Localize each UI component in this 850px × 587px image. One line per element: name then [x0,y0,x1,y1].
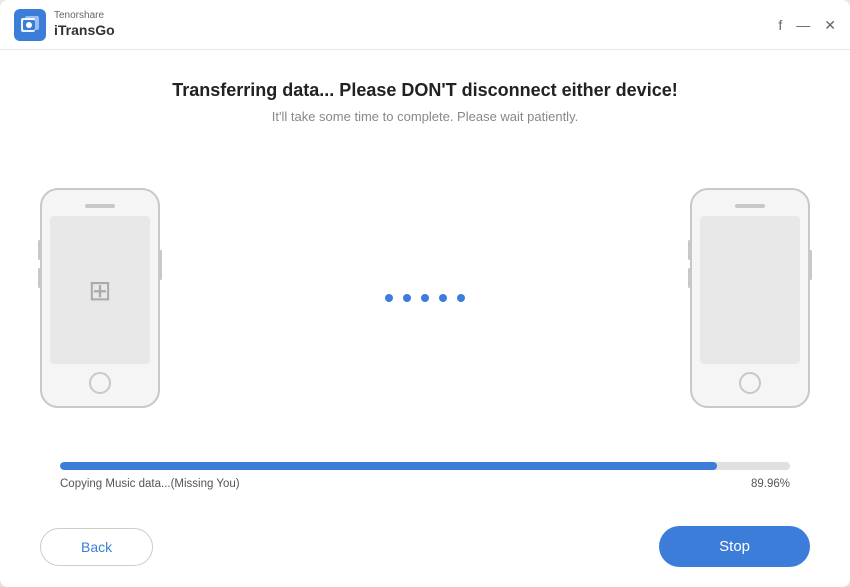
phone-screen-right [700,216,800,364]
progress-status: Copying Music data...(Missing You) [60,478,240,490]
main-subheading: It'll take some time to complete. Please… [272,109,578,124]
window-controls: f — ✕ [778,18,836,32]
transfer-animation [160,294,690,302]
stop-button[interactable]: Stop [659,526,810,567]
target-phone [690,188,810,408]
app-logo [14,9,46,41]
phone-vol-btn1-left [38,240,41,260]
app-brand: Tenorshare [54,10,115,22]
dot-4 [439,294,447,302]
dot-1 [385,294,393,302]
progress-section: Copying Music data...(Missing You) 89.96… [40,462,810,490]
source-device: ⊞ [40,188,160,408]
back-button[interactable]: Back [40,528,153,566]
phone-side-btn-right [809,250,812,280]
phone-home-left [89,372,111,394]
phone-speaker-left [85,204,115,208]
progress-bar-fill [60,462,717,470]
footer: Back Stop [0,510,850,587]
main-heading: Transferring data... Please DON'T discon… [172,80,677,101]
dot-3 [421,294,429,302]
devices-area: ⊞ [40,154,810,442]
source-phone: ⊞ [40,188,160,408]
progress-labels: Copying Music data...(Missing You) 89.96… [60,478,790,490]
dot-5 [457,294,465,302]
app-name-block: Tenorshare iTransGo [54,10,115,39]
title-bar: Tenorshare iTransGo f — ✕ [0,0,850,50]
phone-screen-left: ⊞ [50,216,150,364]
progress-bar-wrapper [60,462,790,470]
phone-home-right [739,372,761,394]
phone-speaker-right [735,204,765,208]
phone-vol-btn2-right [688,268,691,288]
dot-2 [403,294,411,302]
target-device [690,188,810,408]
app-window: Tenorshare iTransGo f — ✕ Transferring d… [0,0,850,587]
main-content: Transferring data... Please DON'T discon… [0,50,850,510]
minimize-icon[interactable]: — [796,18,810,32]
phone-vol-btn2-left [38,268,41,288]
progress-percent: 89.96% [751,478,790,490]
phone-vol-btn1-right [688,240,691,260]
close-icon[interactable]: ✕ [824,18,836,32]
phone-side-btn-left [159,250,162,280]
phone-screen-icon-left: ⊞ [88,274,111,307]
app-title: iTransGo [54,22,115,39]
facebook-icon[interactable]: f [778,18,782,32]
